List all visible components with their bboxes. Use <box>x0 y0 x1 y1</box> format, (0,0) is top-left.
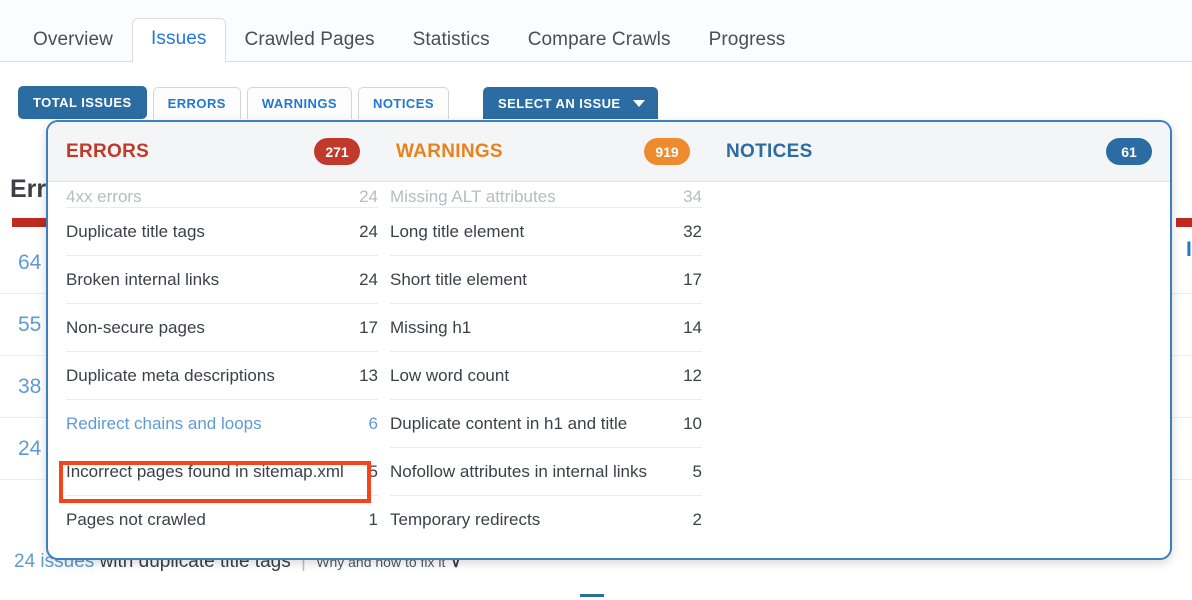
issue-count: 6 <box>359 414 378 434</box>
list-item[interactable]: Long title element 32 <box>390 208 702 256</box>
select-an-issue-label: SELECT AN ISSUE <box>498 97 621 110</box>
filter-notices[interactable]: NOTICES <box>358 87 449 119</box>
list-item[interactable]: Missing h1 14 <box>390 304 702 352</box>
warnings-issue-list: Missing ALT attributes 34 Long title ele… <box>390 182 702 544</box>
issue-label: Duplicate meta descriptions <box>66 366 275 386</box>
issue-count: 34 <box>673 187 702 207</box>
issue-count: 2 <box>683 510 702 530</box>
chevron-down-icon <box>633 100 645 107</box>
list-item[interactable]: Incorrect pages found in sitemap.xml 5 <box>66 448 378 496</box>
app-screen: Err I 64 55 38 24 24 issues with duplica… <box>0 0 1192 600</box>
row-count: 64 <box>18 251 41 275</box>
issue-label: Temporary redirects <box>390 510 540 530</box>
issue-label: 4xx errors <box>66 187 142 207</box>
list-item[interactable]: Short title element 17 <box>390 256 702 304</box>
errors-issue-list: 4xx errors 24 Duplicate title tags 24 Br… <box>66 182 378 544</box>
issue-label: Redirect chains and loops <box>66 414 262 434</box>
issue-count: 24 <box>349 222 378 242</box>
issue-label: Pages not crawled <box>66 510 206 530</box>
tab-progress[interactable]: Progress <box>690 19 805 63</box>
tab-statistics[interactable]: Statistics <box>394 19 509 63</box>
tab-compare-crawls[interactable]: Compare Crawls <box>509 19 690 63</box>
issue-count: 24 <box>349 187 378 207</box>
list-item-selected[interactable]: Redirect chains and loops 6 <box>66 400 378 448</box>
issue-label: Low word count <box>390 366 509 386</box>
list-item[interactable]: Duplicate meta descriptions 13 <box>66 352 378 400</box>
red-accent-bar-right <box>1176 218 1192 227</box>
list-item[interactable]: Duplicate title tags 24 <box>66 208 378 256</box>
issue-count: 12 <box>673 366 702 386</box>
issue-count: 5 <box>359 462 378 482</box>
filter-warnings[interactable]: WARNINGS <box>247 87 352 119</box>
warnings-count-badge: 919 <box>644 138 690 165</box>
issue-label: Non-secure pages <box>66 318 205 338</box>
issue-label: Duplicate title tags <box>66 222 205 242</box>
row-count: 24 <box>18 437 41 461</box>
list-item[interactable]: Duplicate content in h1 and title 10 <box>390 400 702 448</box>
list-item[interactable]: 4xx errors 24 <box>66 182 378 208</box>
list-item[interactable]: Pages not crawled 1 <box>66 496 378 544</box>
issue-label: Long title element <box>390 222 524 242</box>
tab-issues[interactable]: Issues <box>132 18 226 63</box>
tab-crawled-pages[interactable]: Crawled Pages <box>226 19 394 63</box>
list-item[interactable]: Low word count 12 <box>390 352 702 400</box>
list-item[interactable]: Nofollow attributes in internal links 5 <box>390 448 702 496</box>
issue-count: 13 <box>349 366 378 386</box>
notices-header-label: NOTICES <box>726 141 813 163</box>
tab-overview[interactable]: Overview <box>14 19 132 63</box>
panel-header: ERRORS 271 WARNINGS 919 NOTICES 61 <box>48 122 1170 182</box>
issue-count: 5 <box>683 462 702 482</box>
issue-count: 17 <box>673 270 702 290</box>
notices-count-badge: 61 <box>1106 138 1152 165</box>
issue-count: 17 <box>349 318 378 338</box>
issue-selector-panel: ERRORS 271 WARNINGS 919 NOTICES 61 4xx e… <box>46 120 1172 560</box>
list-item[interactable]: Temporary redirects 2 <box>390 496 702 544</box>
warnings-header-label: WARNINGS <box>396 141 503 163</box>
filter-errors[interactable]: ERRORS <box>153 87 241 119</box>
list-item[interactable]: Non-secure pages 17 <box>66 304 378 352</box>
row-count: 38 <box>18 375 41 399</box>
page-title: Err <box>10 175 46 204</box>
bottom-accent-line <box>580 594 604 597</box>
issue-count: 32 <box>673 222 702 242</box>
issue-count: 14 <box>673 318 702 338</box>
issue-count: 10 <box>673 414 702 434</box>
list-item[interactable]: Missing ALT attributes 34 <box>390 182 702 208</box>
panel-header-notices: NOTICES 61 <box>708 122 1170 182</box>
issue-label: Broken internal links <box>66 270 219 290</box>
issue-label: Incorrect pages found in sitemap.xml <box>66 462 344 482</box>
select-an-issue-dropdown[interactable]: SELECT AN ISSUE <box>483 87 658 119</box>
errors-header-label: ERRORS <box>66 141 149 163</box>
errors-count-badge: 271 <box>314 138 360 165</box>
notices-issue-list <box>702 182 1152 544</box>
panel-body: 4xx errors 24 Duplicate title tags 24 Br… <box>48 182 1170 544</box>
issue-label: Duplicate content in h1 and title <box>390 414 627 434</box>
main-tabs: Overview Issues Crawled Pages Statistics… <box>0 0 1192 62</box>
issue-label: Nofollow attributes in internal links <box>390 462 647 482</box>
list-item[interactable]: Broken internal links 24 <box>66 256 378 304</box>
panel-header-warnings: WARNINGS 919 <box>378 122 708 182</box>
issue-label: Missing h1 <box>390 318 471 338</box>
row-count: 55 <box>18 313 41 337</box>
filter-total-issues[interactable]: TOTAL ISSUES <box>18 86 147 119</box>
issue-count: 1 <box>359 510 378 530</box>
issue-label: Short title element <box>390 270 527 290</box>
panel-header-errors: ERRORS 271 <box>48 122 378 182</box>
issue-count: 24 <box>349 270 378 290</box>
issue-label: Missing ALT attributes <box>390 187 556 207</box>
issue-filter-bar: TOTAL ISSUES ERRORS WARNINGS NOTICES SEL… <box>18 86 658 119</box>
